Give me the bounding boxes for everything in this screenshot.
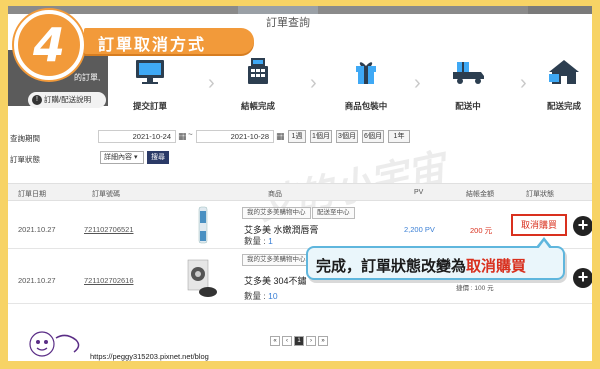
current-page-button[interactable]: 1 — [294, 336, 304, 346]
house-icon — [547, 58, 581, 84]
step-title: 訂單取消方式 — [98, 35, 207, 54]
step-label: 結帳完成 — [240, 101, 275, 111]
step-label: 商品包裝中 — [344, 101, 388, 111]
gift-box-icon — [349, 58, 383, 84]
step-submit-order: 提交訂單 — [120, 58, 180, 112]
callout-main-text: 完成，訂單狀態改變為 — [316, 257, 467, 275]
expand-plus-icon[interactable]: + — [573, 216, 592, 236]
product-image — [192, 205, 214, 245]
range-3-month-button[interactable]: 3個月 — [336, 130, 358, 143]
search-button[interactable]: 搜尋 — [147, 151, 169, 164]
header-status: 訂單狀態 — [526, 191, 554, 198]
range-1-week-button[interactable]: 1週 — [288, 130, 306, 143]
nav-segment[interactable] — [528, 6, 592, 14]
step-delivered: 配送完成 — [534, 58, 592, 112]
quantity-label: 數量 : — [244, 236, 269, 246]
step-label: 配送完成 — [546, 101, 581, 111]
step-in-delivery: 配送中 — [438, 58, 498, 112]
next-page-button[interactable]: › — [306, 336, 316, 346]
chevron-right-icon: › — [208, 72, 215, 94]
quantity-value: 10 — [268, 291, 278, 301]
cash-register-icon — [241, 58, 275, 84]
chevron-right-icon: › — [310, 72, 317, 94]
last-page-button[interactable]: » — [318, 336, 328, 346]
range-separator: ~ — [188, 130, 193, 139]
product-quantity: 數量 : 1 — [244, 235, 273, 247]
my-shopping-center-button[interactable]: 我的艾多美購物中心 — [242, 254, 311, 266]
header-amount: 結帳金額 — [466, 191, 494, 198]
deliver-to-center-button[interactable]: 配送至中心 — [312, 207, 355, 219]
product-name[interactable]: 艾多美 304不鏽 — [244, 274, 307, 287]
product-quantity: 數量 : 10 — [244, 290, 278, 302]
blog-logo — [28, 328, 88, 358]
step-checkout-complete: 結帳完成 — [228, 58, 288, 112]
cancel-purchase-status: 取消購買 — [511, 214, 567, 236]
period-label: 查詢期間 — [10, 134, 40, 143]
step-label: 配送中 — [455, 101, 481, 111]
order-delivery-help-button[interactable]: ! 訂購/配送說明 — [28, 92, 106, 108]
order-date: 2021.10.27 — [18, 276, 56, 285]
info-icon: ! — [32, 95, 42, 105]
yellow-frame: 訂單查詢 的訂單, ! 訂購/配送說明 提交訂單 › 結帳完成 › 商品包裝中 … — [0, 0, 600, 369]
status-select-value: 詳細內容 — [104, 154, 132, 161]
page-title: 訂單查詢 — [266, 17, 310, 29]
callout-pointer-inner — [538, 241, 550, 249]
product-image — [182, 258, 218, 298]
step-number: 4 — [32, 18, 65, 72]
order-progress-steps: 提交訂單 › 結帳完成 › 商品包裝中 › 配送中 › 配送完成 — [108, 50, 592, 112]
chevron-right-icon: › — [520, 72, 527, 94]
expand-plus-icon[interactable]: + — [573, 268, 592, 288]
step-number-badge: 4 — [14, 10, 84, 80]
callout-highlight-text: 取消購買 — [466, 257, 527, 275]
orders-table-header: 訂單日期 訂單號碼 商品 PV 結帳金額 訂單狀態 — [8, 183, 592, 201]
pv-value: 2,200 PV — [404, 225, 435, 234]
status-change-callout: 完成，訂單狀態改變為取消購買 — [306, 237, 565, 280]
amount-partial: 捷價 : 100 元 — [456, 285, 494, 292]
step-title-banner: 訂單取消方式 — [84, 28, 254, 54]
blog-url: https://peggy315203.pixnet.net/blog — [90, 352, 209, 361]
prev-page-button[interactable]: ‹ — [282, 336, 292, 346]
range-1-month-button[interactable]: 1個月 — [310, 130, 332, 143]
my-shopping-center-button[interactable]: 我的艾多美購物中心 — [242, 207, 311, 219]
top-navigation-bar — [8, 6, 592, 14]
monitor-icon — [133, 58, 167, 84]
date-from-field[interactable]: 2021-10-24 — [98, 130, 176, 143]
step-label: 提交訂單 — [132, 101, 167, 111]
calendar-icon[interactable]: ▦ — [276, 131, 285, 142]
delivery-truck-icon — [451, 58, 485, 84]
range-6-month-button[interactable]: 6個月 — [362, 130, 384, 143]
calendar-icon[interactable]: ▦ — [178, 131, 187, 142]
chevron-right-icon: › — [414, 72, 421, 94]
status-label: 訂單狀態 — [10, 155, 40, 164]
nav-segment[interactable] — [238, 6, 318, 14]
order-date: 2021.10.27 — [18, 225, 56, 234]
header-product: 商品 — [268, 191, 282, 198]
date-to-field[interactable]: 2021-10-28 — [196, 130, 274, 143]
help-label: 訂購/配送說明 — [44, 95, 92, 104]
header-order-number: 訂單號碼 — [92, 191, 120, 198]
range-1-year-button[interactable]: 1年 — [388, 130, 410, 143]
screenshot-area: 訂單查詢 的訂單, ! 訂購/配送說明 提交訂單 › 結帳完成 › 商品包裝中 … — [8, 6, 592, 361]
order-number-link[interactable]: 721102706521 — [84, 225, 134, 234]
first-page-button[interactable]: « — [270, 336, 280, 346]
header-order-date: 訂單日期 — [18, 191, 46, 198]
table-row: 2021.10.27 721102706521 我的艾多美購物中心 配送至中心 … — [8, 201, 592, 249]
amount-value: 200 元 — [470, 226, 493, 235]
callout-text: 完成，訂單狀態改變為取消購買 — [316, 255, 526, 276]
order-number-link[interactable]: 721102702616 — [84, 276, 134, 285]
status-select[interactable]: 詳細內容 ▾ — [100, 151, 144, 164]
step-packaging: 商品包裝中 — [336, 58, 396, 112]
header-pv: PV — [414, 189, 424, 196]
quantity-label: 數量 : — [244, 291, 269, 301]
quantity-value: 1 — [268, 236, 273, 246]
